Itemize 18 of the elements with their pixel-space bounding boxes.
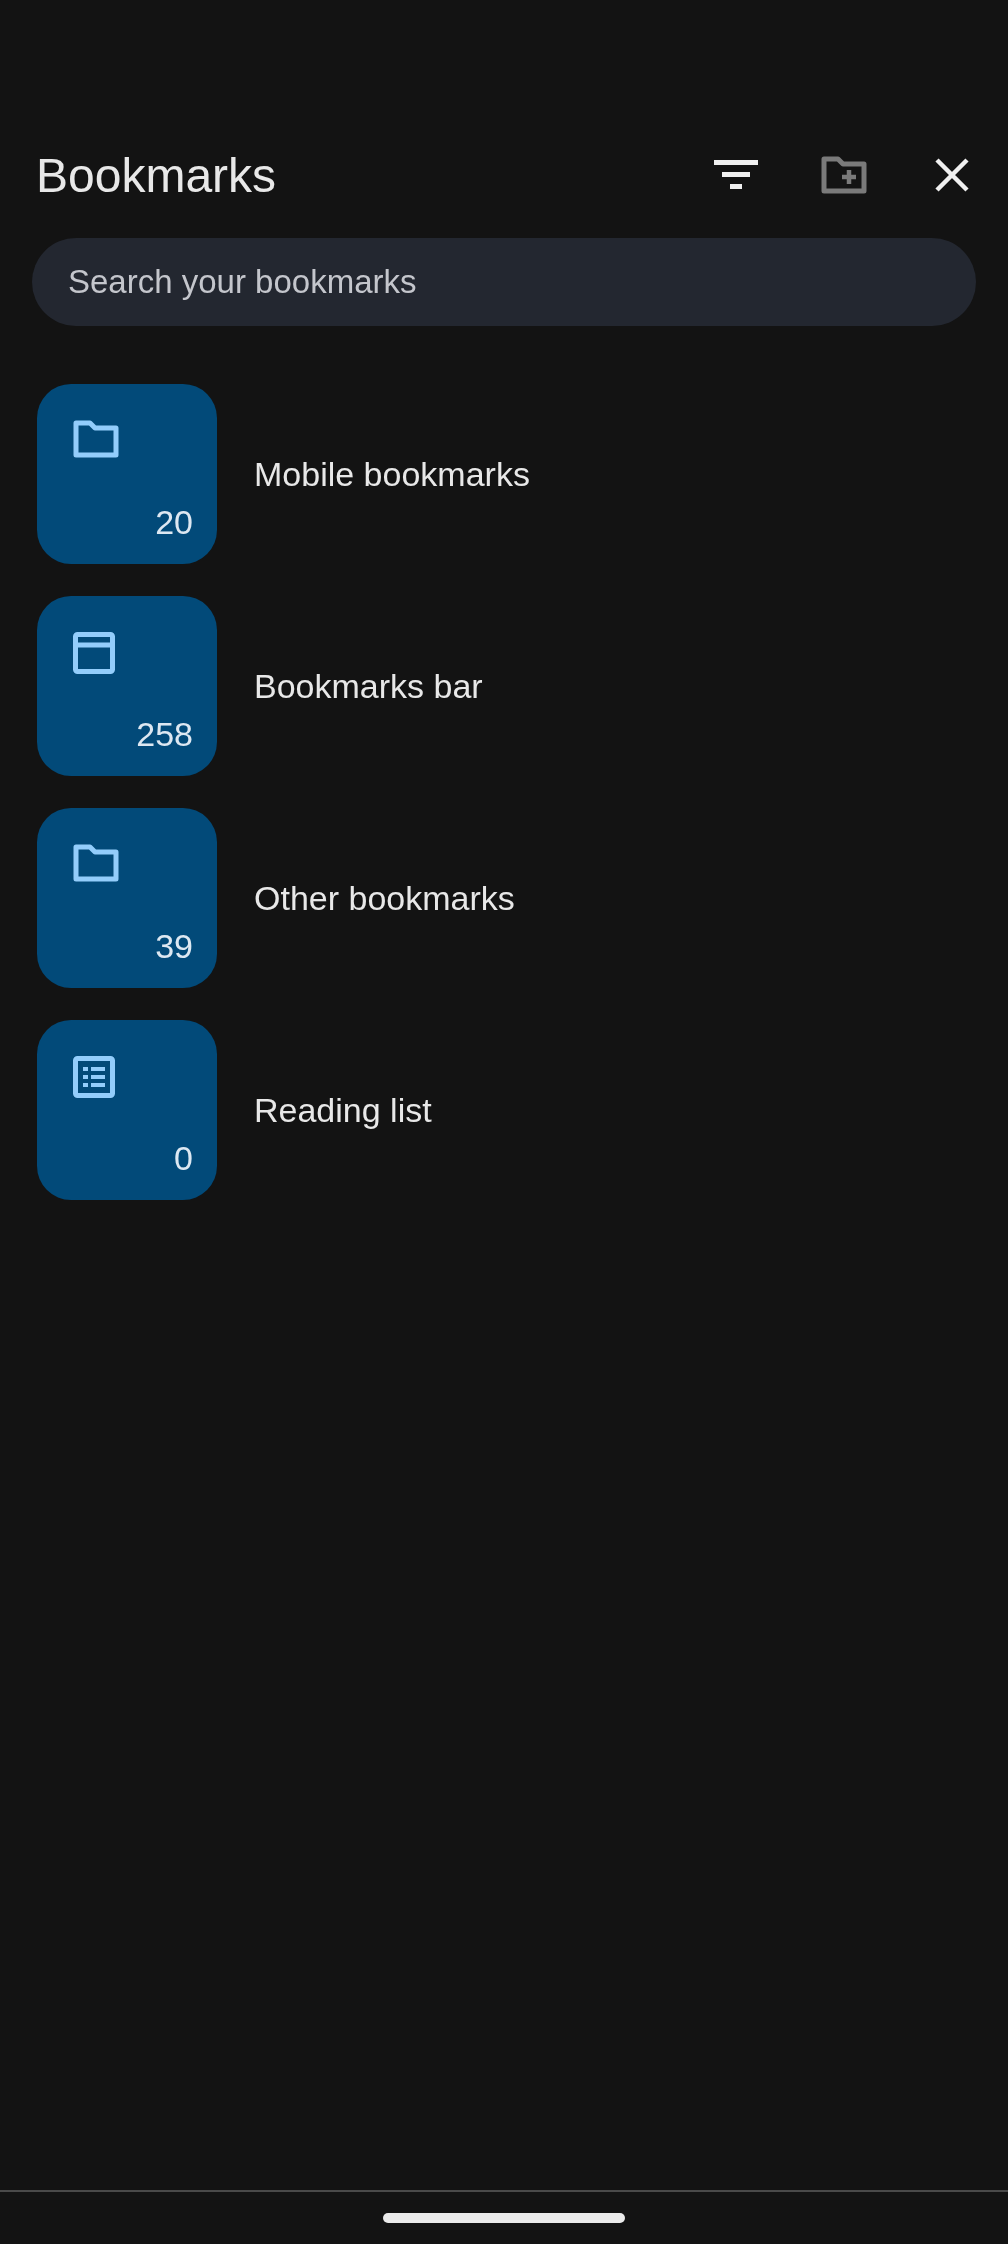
folder-name[interactable]: Mobile bookmarks xyxy=(254,454,530,494)
folder-tile[interactable]: 20 xyxy=(37,384,217,564)
bookmark-count: 39 xyxy=(155,927,193,966)
page-title: Bookmarks xyxy=(36,147,277,203)
search-field[interactable]: Search your bookmarks xyxy=(32,238,976,326)
bookmark-count: 0 xyxy=(174,1139,193,1178)
folder-icon xyxy=(73,844,119,882)
folder-name[interactable]: Reading list xyxy=(254,1090,432,1130)
bookmark-count: 258 xyxy=(136,715,193,754)
folder-tile[interactable]: 39 xyxy=(37,808,217,988)
bookmark-count: 20 xyxy=(155,503,193,542)
folder-icon xyxy=(73,420,119,458)
list-icon xyxy=(73,1056,115,1098)
folder-name[interactable]: Other bookmarks xyxy=(254,878,515,918)
folder-name[interactable]: Bookmarks bar xyxy=(254,666,483,706)
folder-tile[interactable]: 0 xyxy=(37,1020,217,1200)
window-icon xyxy=(73,632,115,674)
folder-tile[interactable]: 258 xyxy=(37,596,217,776)
